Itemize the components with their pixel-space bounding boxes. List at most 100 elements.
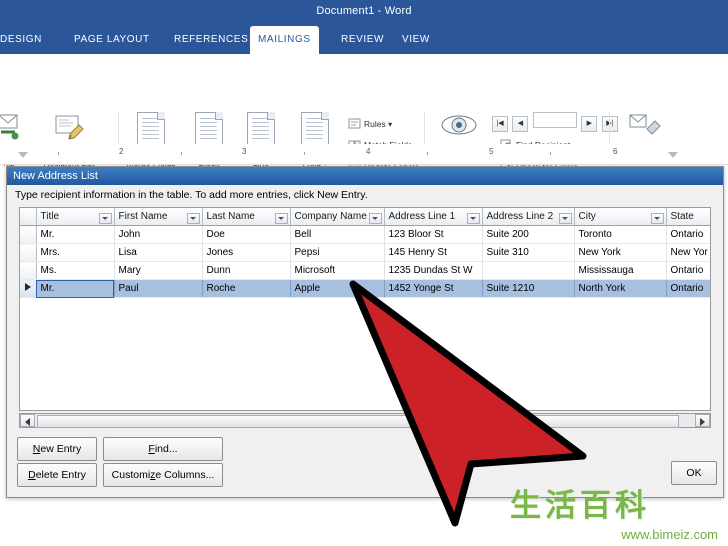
record-number-input[interactable] [532,112,577,128]
chevron-down-icon[interactable] [368,213,382,224]
dialog-instruction: Type recipient information in the table.… [15,189,368,201]
row-selector[interactable] [20,261,37,280]
column-header-address-line-1[interactable]: Address Line 1 [384,208,483,226]
chevron-down-icon[interactable] [466,213,480,224]
table-row[interactable]: Mr. John Doe Bell 123 Bloor St Suite 200… [20,225,710,244]
tab-mailings[interactable]: MAILINGS [250,26,319,54]
cell-title[interactable]: Mr. [36,225,115,244]
tab-view[interactable]: VIEW [394,26,438,54]
column-header-city-label: City [578,211,596,222]
current-row-indicator-icon [24,283,31,291]
highlight-icon [122,112,180,146]
first-record-button[interactable]: |◀ [492,116,508,132]
cell-first-name[interactable]: Lisa [114,243,203,262]
left-indent-marker[interactable] [18,152,28,158]
new-entry-label: New Entry [32,443,82,455]
cell-address-line-2[interactable] [482,261,575,280]
column-header-company-name[interactable]: Company Name [290,208,385,226]
new-entry-button[interactable]: New Entry [17,437,97,461]
greeting-line-icon [236,112,286,146]
cell-state[interactable]: Ontario [666,279,710,298]
cell-title[interactable]: Ms. [36,261,115,280]
cell-state[interactable]: Ontario [666,225,710,244]
column-header-state-label: State [670,211,694,222]
mail-merge-icon [0,112,22,142]
column-header-city[interactable]: City [574,208,667,226]
tab-references[interactable]: REFERENCES [166,26,256,54]
column-header-state[interactable]: State [666,208,710,226]
column-header-address-line-2[interactable]: Address Line 2 [482,208,575,226]
ruler-tick [58,152,59,155]
record-navigation: |◀ ◀ ▶ ▶| [492,112,618,132]
edit-recipient-list-icon [30,114,108,146]
chevron-down-icon[interactable] [186,213,200,224]
cell-last-name[interactable]: Dunn [202,261,291,280]
cell-address-line-2[interactable]: Suite 310 [482,243,575,262]
chevron-down-icon[interactable] [650,213,664,224]
chevron-down-icon[interactable] [274,213,288,224]
next-record-button[interactable]: ▶ [581,116,598,132]
table-row[interactable]: Ms. Mary Dunn Microsoft 1235 Dundas St W… [20,261,710,280]
cell-last-name[interactable]: Jones [202,243,291,262]
table-row[interactable]: Mrs. Lisa Jones Pepsi 145 Henry St Suite… [20,243,710,262]
customize-columns-button[interactable]: Customize Columns... [103,463,223,487]
cell-city[interactable]: Toronto [574,225,667,244]
ruler-tick [304,152,305,155]
right-indent-marker[interactable] [668,152,678,158]
cell-address-line-1[interactable]: 1235 Dundas St W [384,261,483,280]
find-button[interactable]: Find... [103,437,223,461]
chevron-down-icon[interactable] [98,213,112,224]
row-selector[interactable] [20,243,37,262]
rules-caret[interactable]: ▾ [388,120,392,129]
ruler-tick [550,152,551,155]
word-window: Document1 - Word DESIGN PAGE LAYOUT REFE… [0,0,728,546]
cell-address-line-1[interactable]: 145 Henry St [384,243,483,262]
ruler-number-5: 5 [489,147,494,156]
title-bar: Document1 - Word [0,0,728,26]
cell-company-name[interactable]: Microsoft [290,261,385,280]
tab-page-layout[interactable]: PAGE LAYOUT [66,26,158,54]
row-selector-header [20,208,37,226]
column-header-last-name[interactable]: Last Name [202,208,291,226]
cell-company-name[interactable]: Pepsi [290,243,385,262]
ribbon: ail Merge ct nts Edit Recipient List Wri… [0,54,728,196]
delete-entry-label: Delete Entry [28,469,86,481]
scroll-left-button[interactable] [20,414,35,427]
column-header-title[interactable]: Title [36,208,115,226]
cell-first-name[interactable]: Mary [114,261,203,280]
previous-record-button[interactable]: ◀ [512,116,529,132]
horizontal-ruler[interactable]: 2 3 4 5 6 [8,146,720,160]
column-header-address-line-1-label: Address Line 1 [388,211,456,222]
cell-last-name[interactable]: Roche [202,279,291,298]
cell-last-name[interactable]: Doe [202,225,291,244]
cell-address-line-1[interactable]: 123 Bloor St [384,225,483,244]
cell-address-line-2[interactable]: Suite 200 [482,225,575,244]
cell-city[interactable]: Mississauga [574,261,667,280]
watermark: 生活百科 www.bimeiz.com [510,480,722,542]
tab-design[interactable]: DESIGN [0,26,50,54]
cell-title[interactable]: Mrs. [36,243,115,262]
chevron-down-icon[interactable] [558,213,572,224]
scroll-right-button[interactable] [695,414,710,427]
rules-button[interactable]: Rules ▾ [348,118,392,129]
row-selector[interactable] [20,279,37,298]
insert-merge-field-icon [284,112,346,146]
ruler-tick [181,152,182,155]
column-header-first-name[interactable]: First Name [114,208,203,226]
watermark-chinese-text: 生活百科 [510,488,650,523]
delete-entry-button[interactable]: Delete Entry [17,463,97,487]
column-header-first-name-label: First Name [118,211,168,222]
cell-first-name[interactable]: John [114,225,203,244]
cell-city[interactable]: New York [574,243,667,262]
cell-state[interactable]: Ontario [666,261,710,280]
ruler-tick [427,152,428,155]
cell-state[interactable]: New Yor [666,243,710,262]
column-header-address-line-2-label: Address Line 2 [486,211,554,222]
cell-first-name[interactable]: Paul [114,279,203,298]
customize-columns-label: Customize Columns... [111,469,215,481]
cell-title[interactable]: Mr. [36,279,115,298]
rules-icon [348,118,361,129]
cell-company-name[interactable]: Bell [290,225,385,244]
tab-review[interactable]: REVIEW [333,26,392,54]
row-selector[interactable] [20,225,37,244]
